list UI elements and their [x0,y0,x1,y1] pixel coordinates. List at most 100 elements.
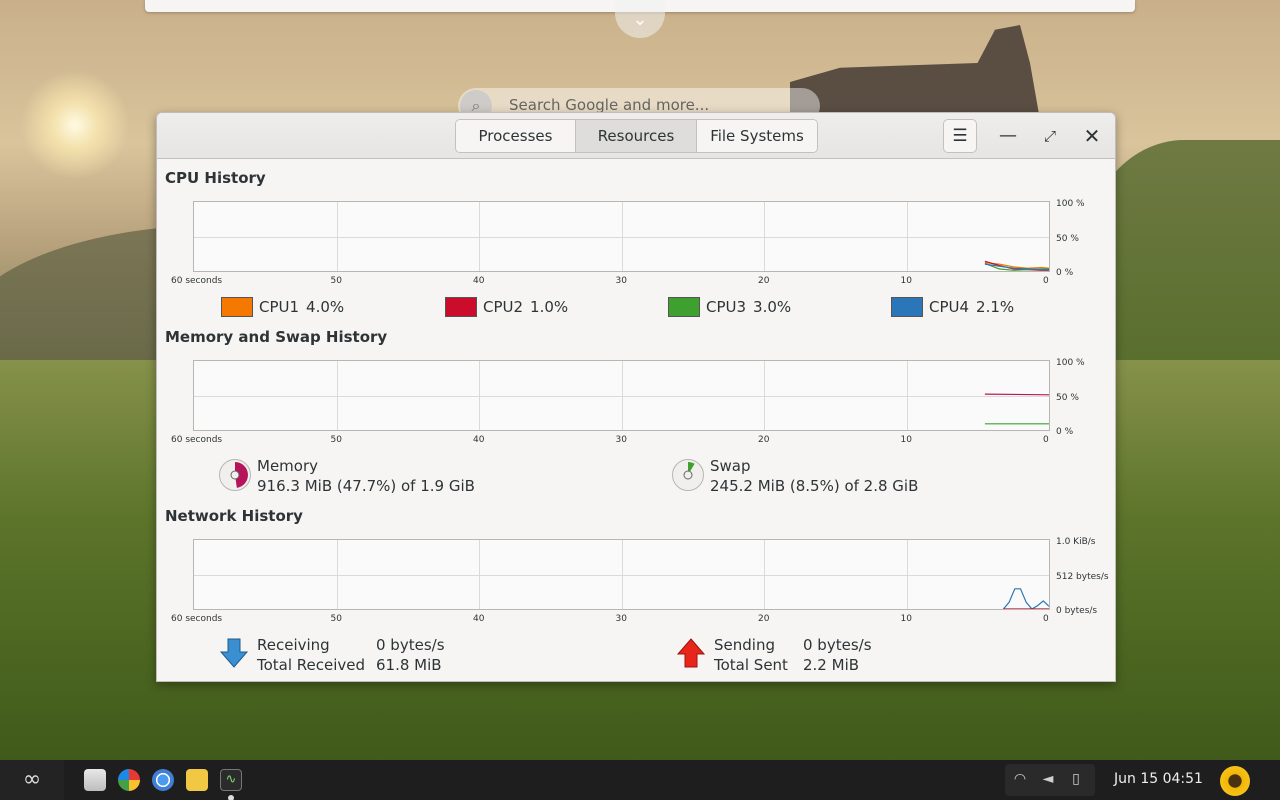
x-tick-label: 10 [900,276,912,286]
chrome-browser-icon[interactable] [152,769,174,791]
swap-label: Swap [710,457,751,475]
files-icon[interactable] [186,769,208,791]
x-tick-label: 10 [900,614,912,624]
maximize-button[interactable]: ⤢ [1035,121,1065,151]
network-history-graph [193,539,1050,610]
memory-pie-icon[interactable] [219,459,251,491]
swap-info: Swap 245.2 MiB (8.5%) of 2.8 GiB [710,456,918,496]
x-tick-label: 50 [330,276,342,286]
cpu2-value: 1.0% [530,298,569,316]
x-tick-label: 30 [615,435,627,445]
cpu4-value: 2.1% [976,298,1015,316]
wifi-icon[interactable]: ◠ [1011,770,1029,788]
x-tick-label: 0 [1043,276,1049,286]
volume-icon[interactable]: ◄ [1039,770,1057,788]
cpu1-legend: CPU1 4.0% [221,297,344,317]
cliff-rock [790,25,1040,120]
minimize-button[interactable]: — [993,121,1023,151]
app-grid-icon[interactable] [118,769,140,791]
sending-label: Sending [714,636,775,654]
sun-glow [20,70,130,180]
battery-icon[interactable]: ▯ [1067,770,1085,788]
clock[interactable]: Jun 15 04:51 [1114,771,1203,787]
close-button[interactable]: ✕ [1077,121,1107,151]
x-tick-label: 20 [758,614,770,624]
x-tick-label: 60 seconds [171,435,223,445]
memory-history-title: Memory and Swap History [165,328,388,346]
x-tick-label: 30 [615,276,627,286]
cpu2-color-swatch[interactable] [445,297,477,317]
y-tick-label: 100 % [1056,358,1085,368]
cpu1-color-swatch[interactable] [221,297,253,317]
cpu3-value: 3.0% [753,298,792,316]
tab-file-systems[interactable]: File Systems [697,120,817,152]
launcher-icon[interactable]: ∞ [0,760,64,800]
x-tick-label: 0 [1043,435,1049,445]
header-bar: Processes Resources File Systems ☰ — ⤢ ✕ [157,113,1115,159]
receiving-value: 0 bytes/s [376,636,445,654]
cpu4-color-swatch[interactable] [891,297,923,317]
cpu2-legend: CPU2 1.0% [445,297,568,317]
swap-pie-icon[interactable] [672,459,704,491]
y-tick-label: 512 bytes/s [1056,571,1109,582]
view-switcher: Processes Resources File Systems [455,119,818,153]
receiving-values: 0 bytes/s 61.8 MiB [376,635,445,675]
user-avatar[interactable] [1220,766,1250,796]
memory-info: Memory 916.3 MiB (47.7%) of 1.9 GiB [257,456,475,496]
y-tick-label: 0 % [1056,427,1074,437]
y-tick-label: 0 % [1056,268,1074,278]
total-sent-label: Total Sent [714,656,788,674]
receiving-arrow-icon[interactable] [219,637,249,669]
x-tick-label: 50 [330,435,342,445]
memory-value: 916.3 MiB (47.7%) of 1.9 GiB [257,477,475,495]
sending-info: Sending Total Sent [714,635,788,675]
system-monitor-window: Processes Resources File Systems ☰ — ⤢ ✕… [156,112,1116,682]
graph-plot [1002,588,1049,609]
system-monitor-icon[interactable]: ∿ [220,769,242,791]
cpu3-color-swatch[interactable] [668,297,700,317]
sending-values: 0 bytes/s 2.2 MiB [803,635,872,675]
x-tick-label: 20 [758,435,770,445]
cpu3-legend: CPU3 3.0% [668,297,791,317]
cpu-history-title: CPU History [165,169,266,187]
sending-arrow-icon[interactable] [676,637,706,669]
y-tick-label: 50 % [1056,233,1079,244]
x-tick-label: 10 [900,435,912,445]
x-tick-label: 40 [473,435,485,445]
sending-value: 0 bytes/s [803,636,872,654]
y-tick-label: 50 % [1056,392,1079,403]
x-tick-label: 20 [758,276,770,286]
y-tick-label: 0 bytes/s [1056,606,1098,616]
software-center-icon[interactable] [84,769,106,791]
x-tick-label: 40 [473,276,485,286]
network-history-title: Network History [165,507,303,525]
receiving-info: Receiving Total Received [257,635,365,675]
receiving-label: Receiving [257,636,330,654]
memory-label: Memory [257,457,319,475]
tab-processes[interactable]: Processes [456,120,576,152]
pie-center [683,470,693,480]
cpu1-label: CPU1 [259,298,300,316]
total-received-label: Total Received [257,656,366,674]
x-tick-label: 0 [1043,614,1049,624]
cpu4-label: CPU4 [929,298,970,316]
cpu3-label: CPU3 [706,298,747,316]
series-line-memory [984,393,1049,396]
y-tick-label: 100 % [1056,199,1085,209]
cpu1-value: 4.0% [306,298,345,316]
graph-plot [984,393,1049,425]
total-sent-value: 2.2 MiB [803,656,860,674]
cpu-history-graph [193,201,1050,272]
hamburger-menu-icon[interactable]: ☰ [943,119,977,153]
cpu4-legend: CPU4 2.1% [891,297,1014,317]
system-tray: ◠ ◄ ▯ [1005,764,1095,796]
series-line-receiving [1002,588,1049,609]
total-received-value: 61.8 MiB [376,656,442,674]
x-tick-label: 50 [330,614,342,624]
tab-resources[interactable]: Resources [576,120,697,152]
taskbar: ∞ ∿ ◠ ◄ ▯ Jun 15 04:51 [0,760,1280,800]
x-tick-label: 60 seconds [171,276,223,286]
x-tick-label: 30 [615,614,627,624]
cpu2-label: CPU2 [483,298,524,316]
y-tick-label: 1.0 KiB/s [1056,537,1096,547]
